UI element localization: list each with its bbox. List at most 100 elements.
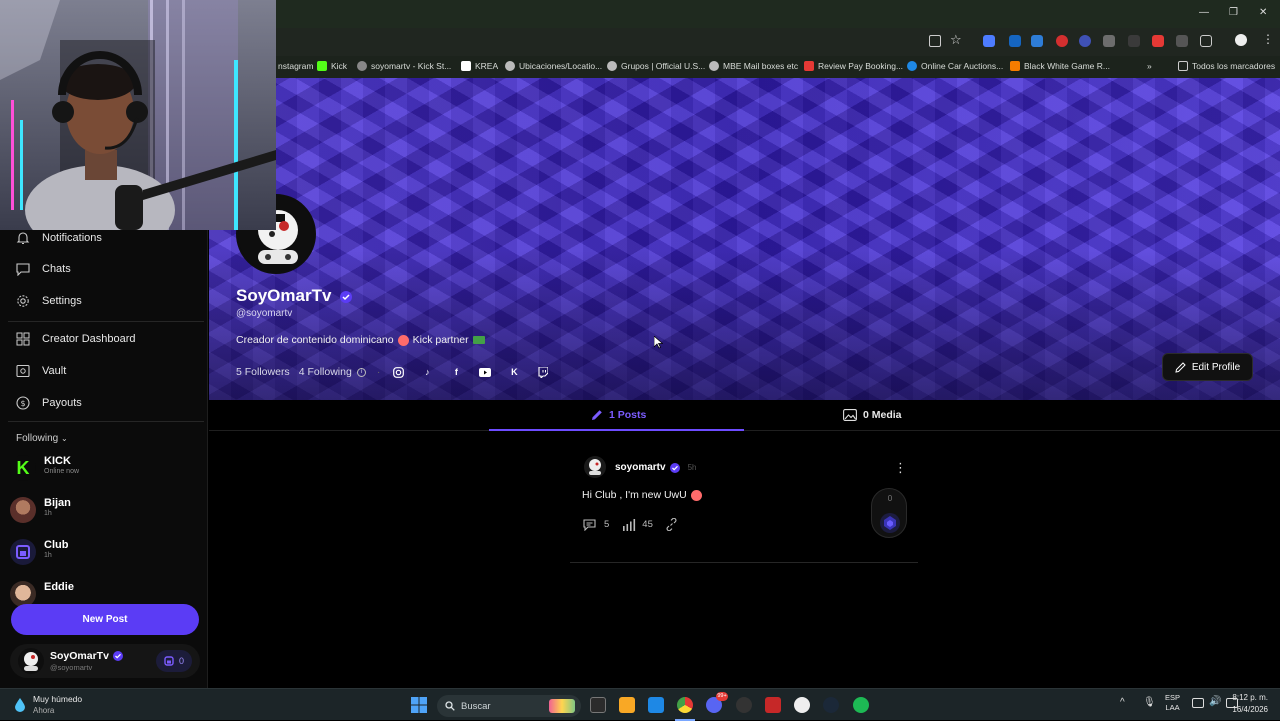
webcam-overlay [0,0,276,230]
vote-count: 0 [887,494,893,503]
extension-icon[interactable] [1103,35,1115,47]
bookmark[interactable]: Review Pay Booking... [804,61,903,71]
followers-count[interactable]: 5 Followers [236,366,290,378]
bookmark[interactable]: Black White Game R... [1010,61,1110,71]
bookmark[interactable]: soyomartv - Kick St... [357,61,451,71]
bookmark[interactable]: Ubicaciones/Locatio... [505,61,602,71]
vault-icon [16,364,30,378]
close-icon[interactable]: ✕ [1259,7,1267,18]
translate-icon[interactable] [1031,35,1043,47]
bookmark[interactable]: nstagram [278,61,313,71]
minimize-icon[interactable]: — [1199,7,1209,18]
pencil-icon [592,410,602,420]
following-header[interactable]: Following ⌄ [16,433,68,444]
verified-icon [340,290,353,303]
extension-icon[interactable] [1128,35,1140,47]
profile-icon[interactable] [1235,34,1247,46]
post-menu-icon[interactable]: ⋮ [894,460,907,476]
app-icon[interactable] [794,697,810,713]
youtube-icon[interactable] [478,365,492,379]
facebook-icon[interactable]: f [449,365,463,379]
extension-icon[interactable] [1009,35,1021,47]
bookmark[interactable]: MBE Mail boxes etc [709,61,798,71]
steam-icon[interactable] [823,697,839,713]
adblock-icon[interactable] [1152,35,1164,47]
sidebar-item-vault[interactable]: Vault [16,364,66,378]
clock-time[interactable]: 8:12 p. m. [1232,693,1268,702]
star-icon[interactable]: ☆ [950,32,962,48]
extension-icon[interactable] [1176,35,1188,47]
microphone-icon[interactable]: 🎙 [1143,697,1156,708]
upvote-icon[interactable] [879,512,901,534]
bookmark[interactable]: Online Car Auctions... [907,61,1003,71]
more-bookmarks-icon[interactable]: » [1147,61,1152,71]
taskbar-search[interactable]: Buscar [437,695,581,717]
post-body: Hi Club , I'm new UwU [582,489,702,501]
profile-handle: @soyomartv [236,308,293,319]
volume-icon[interactable]: 🔊 [1209,696,1221,707]
current-user-card[interactable]: SoyOmarTv @soyomartv 0 [10,644,200,678]
install-icon[interactable] [929,35,941,47]
active-tab-indicator [489,429,744,431]
clock-date[interactable]: 16/4/2026 [1222,705,1268,714]
extension-icon[interactable] [1056,35,1068,47]
all-bookmarks[interactable]: Todos los marcadores [1178,61,1275,71]
following-name: Eddie [44,581,74,593]
bookmark[interactable]: Grupos | Official U.S... [607,61,705,71]
extension-icon[interactable] [1079,35,1091,47]
following-item[interactable]: K KICK Online now [10,455,79,481]
chrome-icon[interactable] [677,697,693,713]
sidebar-item-creator-dashboard[interactable]: Creator Dashboard [16,332,136,346]
twitch-icon[interactable] [536,365,550,379]
following-name: Bijan [44,497,71,509]
task-view-icon[interactable] [590,697,606,713]
puzzle-icon[interactable] [1200,35,1212,47]
restore-icon[interactable]: ❐ [1229,7,1238,18]
chat-icon [16,263,30,276]
following-count[interactable]: 4 Following [299,366,352,378]
acrobat-icon[interactable] [765,697,781,713]
obs-icon[interactable] [736,697,752,713]
tab-posts[interactable]: 1 Posts [591,409,646,421]
profile-tabs: 1 Posts 0 Media [209,400,1280,431]
globe-icon [357,61,367,71]
spotify-icon[interactable] [853,697,869,713]
file-explorer-icon[interactable] [619,697,635,713]
instagram-icon[interactable] [391,365,405,379]
globe-icon [709,61,719,71]
following-status: 1h [44,552,52,559]
image-icon [843,409,857,421]
following-item[interactable]: Bijan 1h [10,497,71,523]
pencil-icon [1175,361,1186,373]
new-post-button[interactable]: New Post [11,604,199,635]
sidebar-item-chats[interactable]: Chats [16,262,71,276]
vote-widget[interactable]: 0 [871,488,907,538]
network-icon[interactable] [1192,698,1204,708]
language-indicator[interactable]: ESP LAA [1165,693,1180,713]
sidebar-item-settings[interactable]: Settings [16,294,82,308]
sidebar-item-notifications[interactable]: Notifications [16,231,102,245]
post-author[interactable]: soyomartv 5h [615,462,696,473]
wallet-balance[interactable]: 0 [156,650,192,672]
windows-start-icon[interactable] [411,697,427,713]
weather-icon[interactable] [11,697,29,713]
info-icon[interactable]: i [356,367,366,377]
store-icon[interactable] [648,697,664,713]
bookmark[interactable]: KREA [461,61,498,71]
post-author-avatar[interactable] [584,456,606,478]
sidebar-item-payouts[interactable]: $ Payouts [16,396,82,410]
search-icon [445,701,455,711]
comment-icon[interactable] [583,518,596,531]
edit-profile-button[interactable]: Edit Profile [1162,353,1253,381]
tab-media[interactable]: 0 Media [843,409,902,421]
kick-icon[interactable]: K [507,365,521,379]
tiktok-icon[interactable]: ♪ [420,365,434,379]
menu-icon[interactable]: ⋮ [1262,32,1274,46]
extension-icon[interactable] [983,35,995,47]
following-item[interactable]: Club 1h [10,539,68,565]
link-icon[interactable] [665,518,678,531]
tray-chevron-icon[interactable]: ^ [1120,697,1125,708]
view-count: 45 [642,519,653,530]
auction-icon [907,61,917,71]
bookmark[interactable]: Kick [317,61,347,71]
